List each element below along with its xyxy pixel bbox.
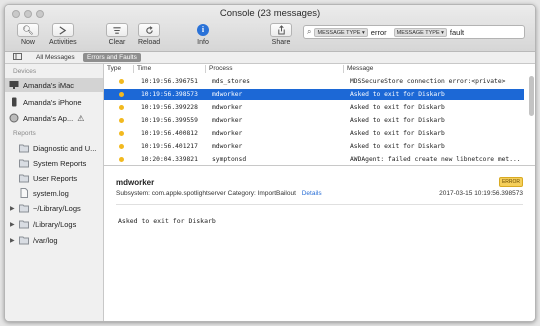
table-row[interactable]: 10:19:56.399559 mdworker Asked to exit f… xyxy=(104,115,524,126)
sidebar-item-user-library-logs[interactable]: ~/Library/Logs xyxy=(5,201,103,215)
column-divider xyxy=(205,65,206,73)
sidebar: Devices Amanda's iMac Amanda's iPhone Am… xyxy=(5,64,104,321)
search-token-type[interactable]: MESSAGE TYPE ▾ xyxy=(314,27,368,37)
activities-icon xyxy=(59,25,67,35)
folder-icon xyxy=(19,236,29,245)
sidebar-item-user-reports[interactable]: User Reports xyxy=(5,171,103,185)
info-icon: i xyxy=(197,24,209,36)
error-dot-icon xyxy=(119,131,124,136)
column-header-process[interactable]: Process xyxy=(209,64,232,74)
detail-message: Asked to exit for Diskarb xyxy=(118,217,216,225)
now-button[interactable]: 🔍︎ Now xyxy=(17,23,39,46)
column-header-message[interactable]: Message xyxy=(347,64,373,74)
toolbar: Console (23 messages) 🔍︎ Now Activities … xyxy=(5,5,535,52)
table-row-selected[interactable]: 10:19:56.398573 mdworker Asked to exit f… xyxy=(104,89,524,100)
console-window: Console (23 messages) 🔍︎ Now Activities … xyxy=(4,4,536,322)
watch-icon xyxy=(9,113,19,123)
log-table: Type Time Process Message 10:19:56.39675… xyxy=(104,64,535,165)
detail-timestamp: 2017-03-15 10:19:56.398573 xyxy=(439,190,523,197)
detail-subsystem: Subsystem: com.apple.spotlightserver Cat… xyxy=(116,190,322,197)
info-button[interactable]: i Info xyxy=(192,23,214,46)
search-token-type[interactable]: MESSAGE TYPE ▾ xyxy=(393,27,447,37)
sidebar-toggle-icon[interactable] xyxy=(13,53,22,62)
sidebar-item-system-log[interactable]: system.log xyxy=(5,186,103,200)
share-icon xyxy=(277,25,285,35)
clear-icon xyxy=(113,26,121,34)
errors-faults-tab[interactable]: Errors and Faults xyxy=(83,53,141,62)
reports-header: Reports xyxy=(13,130,36,137)
sidebar-item-var-log[interactable]: /var/log xyxy=(5,233,103,247)
reload-icon xyxy=(145,25,153,34)
error-dot-icon xyxy=(119,118,124,123)
error-dot-icon xyxy=(119,105,124,110)
folder-icon xyxy=(19,220,29,229)
window-title: Console (23 messages) xyxy=(219,8,321,19)
document-icon xyxy=(20,188,28,198)
column-divider xyxy=(133,65,134,73)
now-icon: 🔍︎ xyxy=(22,24,34,35)
sidebar-item-diagnostic[interactable]: Diagnostic and U... xyxy=(5,141,103,155)
column-divider xyxy=(343,65,344,73)
clear-button[interactable]: Clear xyxy=(106,23,128,46)
details-link[interactable]: Details xyxy=(302,190,322,197)
column-header-time[interactable]: Time xyxy=(137,64,151,74)
search-icon: ⌕ xyxy=(307,27,312,36)
detail-pane: mdworker ERROR Subsystem: com.apple.spot… xyxy=(104,165,535,321)
error-dot-icon xyxy=(119,157,124,162)
search-token-value[interactable]: fault xyxy=(450,28,464,37)
filter-bar: All Messages Errors and Faults xyxy=(5,52,535,64)
folder-icon xyxy=(19,204,29,213)
devices-header: Devices xyxy=(13,68,37,75)
sidebar-item-library-logs[interactable]: /Library/Logs xyxy=(5,217,103,231)
folder-icon xyxy=(19,159,29,168)
warning-icon: ⚠︎ xyxy=(77,113,85,123)
table-scrollbar[interactable] xyxy=(529,76,534,116)
divider xyxy=(116,204,523,205)
all-messages-tab[interactable]: All Messages xyxy=(36,53,75,62)
search-field[interactable]: ⌕ MESSAGE TYPE ▾ error MESSAGE TYPE ▾ fa… xyxy=(303,25,525,39)
error-dot-icon xyxy=(119,144,124,149)
error-dot-icon xyxy=(119,79,124,84)
error-dot-icon xyxy=(119,92,124,97)
table-row[interactable]: 10:19:56.399228 mdworker Asked to exit f… xyxy=(104,102,524,113)
activities-button[interactable]: Activities xyxy=(49,23,77,46)
reload-button[interactable]: Reload xyxy=(138,23,160,46)
folder-icon xyxy=(19,174,29,183)
iphone-icon xyxy=(12,97,17,107)
sidebar-item-system-reports[interactable]: System Reports xyxy=(5,156,103,170)
share-button[interactable]: Share xyxy=(270,23,292,46)
folder-icon xyxy=(19,144,29,153)
sidebar-item-apple-watch[interactable]: Amanda's Ap... ⚠︎ xyxy=(5,111,103,125)
imac-icon xyxy=(9,81,19,89)
table-row[interactable]: 10:19:56.400812 mdworker Asked to exit f… xyxy=(104,128,524,139)
sidebar-item-imac[interactable]: Amanda's iMac xyxy=(5,78,103,92)
error-badge: ERROR xyxy=(498,177,523,187)
search-token-value[interactable]: error xyxy=(371,28,387,37)
table-row[interactable]: 10:19:56.401217 mdworker Asked to exit f… xyxy=(104,141,524,152)
detail-process-title: mdworker xyxy=(116,178,155,187)
sidebar-item-iphone[interactable]: Amanda's iPhone xyxy=(5,95,103,109)
table-row[interactable]: 10:19:56.396751 mds_stores MDSSecureStor… xyxy=(104,76,524,87)
table-row[interactable]: 10:20:04.339821 symptonsd AWDAgent: fail… xyxy=(104,154,524,165)
column-header-type[interactable]: Type xyxy=(107,64,121,74)
